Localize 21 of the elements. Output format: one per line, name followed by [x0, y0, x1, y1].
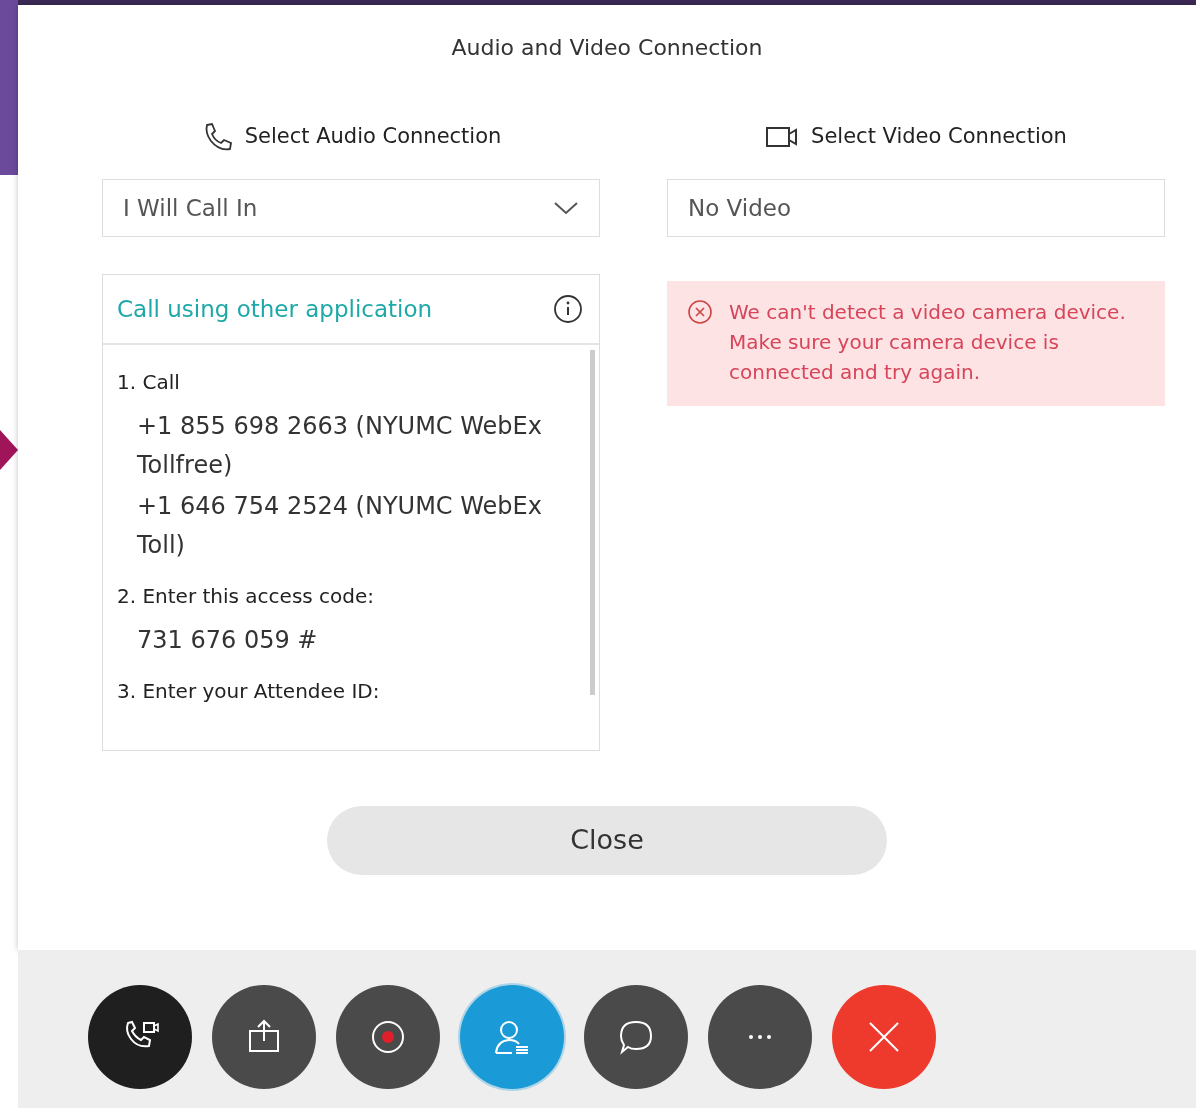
info-icon[interactable] [553, 294, 583, 324]
audio-heading: Select Audio Connection [244, 123, 502, 151]
video-camera-icon [765, 125, 800, 149]
dial-in-number: +1 646 754 2524 (NYUMC WebEx Toll) [136, 491, 543, 561]
error-icon [687, 299, 713, 325]
chevron-down-icon [553, 200, 579, 216]
close-button[interactable]: Close [327, 806, 887, 875]
scrollbar[interactable] [590, 350, 595, 695]
triangle-marker [0, 430, 18, 470]
step-label: 1. Call [117, 369, 181, 396]
video-dropdown[interactable]: No Video [667, 179, 1165, 237]
panel-title: Call using other application [117, 294, 433, 324]
dial-in-number: 731 676 059 # [136, 625, 319, 656]
dialog-title: Audio and Video Connection [451, 35, 763, 60]
more-icon [748, 1034, 772, 1040]
audio-dropdown[interactable]: I Will Call In [102, 179, 600, 237]
error-message: We can't detect a video camera device. Make sure your camera device is connected and try again. [729, 299, 1127, 386]
dial-in-number: +1 855 698 2663 (NYUMC WebEx Tollfree) [136, 411, 543, 481]
video-heading: Select Video Connection [811, 123, 1067, 151]
step-label: 3. Enter your Attendee ID: [117, 678, 381, 705]
step-label: 2. Enter this access code: [117, 583, 376, 610]
